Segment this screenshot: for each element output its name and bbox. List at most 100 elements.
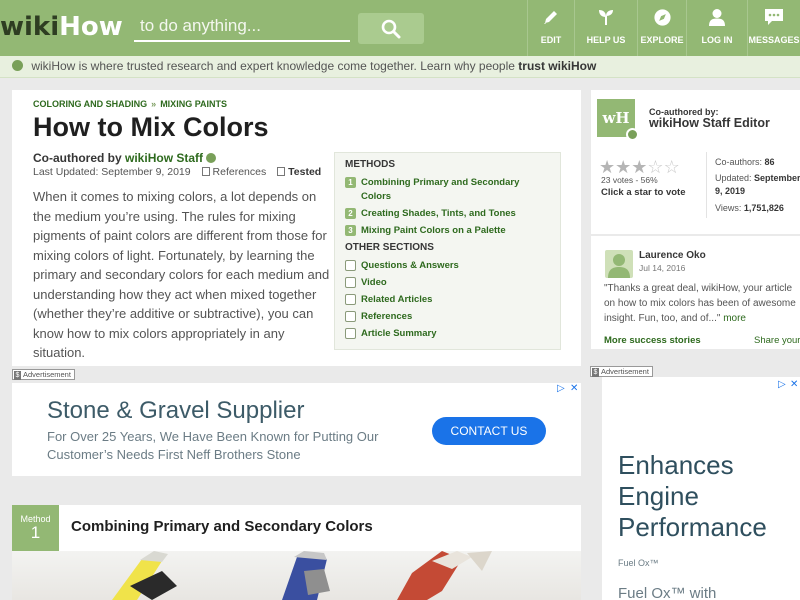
tested-badge[interactable]: Tested <box>288 166 321 178</box>
ad-label: $ Advertisement <box>590 366 653 377</box>
search-input[interactable] <box>134 12 350 42</box>
star-icon[interactable]: ★ <box>599 157 615 177</box>
search-icon <box>381 19 401 38</box>
toc-other-label: Related Articles <box>361 294 433 305</box>
logo-wiki-text: wiki <box>0 12 60 42</box>
check-circle-icon <box>12 60 23 71</box>
toc-method-label: Combining Primary and Secondary Colors <box>361 177 520 202</box>
compass-icon <box>653 8 671 26</box>
testimonial-text: "Thanks a great deal, wikiHow, your arti… <box>604 281 800 326</box>
coauthor-line: Co-authored by wikiHow Staff <box>33 151 217 165</box>
method-number-badge: 3 <box>345 225 356 236</box>
toc-method-3[interactable]: 3 Mixing Paint Colors on a Palette <box>345 224 550 238</box>
method-badge: Method 1 <box>12 505 59 551</box>
nav-messages[interactable]: MESSAGES <box>748 0 800 56</box>
nav-edit[interactable]: EDIT <box>528 0 574 56</box>
avatar-silhouette-icon <box>608 254 630 278</box>
coauthor-card: wH Co-authored by: wikiHow Staff Editor … <box>591 90 800 234</box>
method-title: Combining Primary and Secondary Colors <box>71 518 373 535</box>
article-intro-card: COLORING AND SHADING » MIXING PAINTS How t… <box>12 90 581 366</box>
star-icon[interactable]: ☆ <box>647 157 663 177</box>
nav-log-in-label: LOG IN <box>701 35 733 45</box>
star-icon[interactable]: ★ <box>615 157 631 177</box>
ad-label-text: Advertisement <box>23 370 71 379</box>
ad-close-icon[interactable]: ✕ <box>790 379 798 390</box>
video-icon <box>345 277 356 288</box>
other-sections-heading: OTHER SECTIONS <box>345 242 434 253</box>
toc-references[interactable]: References <box>345 310 550 324</box>
breadcrumb-coloring-and-shading[interactable]: COLORING AND SHADING <box>33 99 147 109</box>
ad-close-icon[interactable]: ✕ <box>570 383 578 394</box>
method-1-header: Method 1 Combining Primary and Secondary… <box>12 505 581 551</box>
breadcrumb-separator: » <box>151 99 157 109</box>
ad-label: $ Advertisement <box>12 369 75 380</box>
trust-bar: wikiHow is where trusted research and ex… <box>0 56 800 78</box>
methods-heading: METHODS <box>345 159 395 170</box>
ad-headline: Stone & Gravel Supplier <box>47 397 305 424</box>
trust-bar-text: wikiHow is where trusted research and ex… <box>31 59 515 73</box>
side-advertisement[interactable]: ▷ ✕ Enhances Engine Performance Fuel Ox™… <box>602 377 800 600</box>
nav-help-us[interactable]: HELP US <box>575 0 637 56</box>
methods-toc: METHODS 1 Combining Primary and Secondar… <box>334 152 561 350</box>
ad-contact-us-button[interactable]: CONTACT US <box>432 417 546 445</box>
method-image <box>12 551 581 600</box>
logo-how-text: How <box>59 12 123 42</box>
star-icon[interactable]: ★ <box>631 157 647 177</box>
verified-check-icon <box>206 153 217 163</box>
ad-body: For Over 25 Years, We Have Been Known fo… <box>47 429 379 462</box>
top-header: wikiHow EDIT HELP US <box>0 0 800 56</box>
share-your-story-link[interactable]: Share your <box>754 335 800 346</box>
toc-video[interactable]: Video <box>345 276 550 290</box>
user-icon <box>709 8 725 26</box>
search-button[interactable] <box>358 13 424 44</box>
toc-questions-answers[interactable]: Questions & Answers <box>345 259 550 273</box>
chat-icon <box>765 9 783 25</box>
last-updated: Last Updated: September 9, 2019 <box>33 166 191 178</box>
trust-wikihow-link[interactable]: trust wikiHow <box>518 59 596 73</box>
nav-help-us-label: HELP US <box>586 35 626 45</box>
divider <box>706 152 707 218</box>
coauthor-name[interactable]: wikiHow Staff Editor <box>649 116 770 130</box>
testimonial-quote: "Thanks a great deal, wikiHow, your arti… <box>604 283 796 324</box>
method-number-badge: 2 <box>345 208 356 219</box>
advertisement-banner[interactable]: Stone & Gravel Supplier For Over 25 Year… <box>12 383 581 476</box>
vote-count: 23 votes - 56% <box>601 175 658 185</box>
wikihow-logo[interactable]: wikiHow <box>0 10 123 44</box>
page-title: How to Mix Colors <box>33 112 269 142</box>
stat-label: Views: <box>715 203 742 213</box>
toc-related-articles[interactable]: Related Articles <box>345 293 550 307</box>
more-success-stories-link[interactable]: More success stories <box>604 335 701 346</box>
nav-log-in[interactable]: LOG IN <box>687 0 747 56</box>
toc-other-label: Video <box>361 277 387 288</box>
toc-method-1[interactable]: 1 Combining Primary and Secondary Colors <box>345 176 550 204</box>
ad-choices-icon[interactable]: ▷ <box>778 379 786 390</box>
method-number-badge: 1 <box>345 177 356 188</box>
sprout-icon <box>599 10 613 25</box>
coauthor-link[interactable]: wikiHow Staff <box>125 151 203 165</box>
stat-value: 1,751,826 <box>743 203 784 213</box>
nav-explore-label: EXPLORE <box>640 35 684 45</box>
ad-choices-icon[interactable]: ▷ <box>557 383 565 394</box>
updated-stat: Updated: September 9, 2019 <box>715 172 800 198</box>
coauthored-by-label: Co-authored by <box>33 151 122 165</box>
references-link[interactable]: References <box>213 166 267 178</box>
toc-other-label: Questions & Answers <box>361 260 459 271</box>
ad-dollar-icon: $ <box>14 371 21 380</box>
breadcrumb-mixing-paints[interactable]: MIXING PAINTS <box>160 99 227 109</box>
ad-dollar-icon: $ <box>592 368 599 377</box>
article-intro: When it comes to mixing colors, a lot de… <box>33 189 330 360</box>
method-badge-number: 1 <box>30 523 41 542</box>
star-icon[interactable]: ☆ <box>664 157 680 177</box>
references-icon <box>201 167 210 176</box>
testimonial-more-link[interactable]: more <box>723 313 746 324</box>
qa-icon <box>345 260 356 271</box>
verified-check-icon <box>626 128 639 141</box>
article-meta: Last Updated: September 9, 2019 Referenc… <box>33 166 321 178</box>
nav-explore[interactable]: EXPLORE <box>638 0 686 56</box>
related-icon <box>345 294 356 305</box>
stat-value: 86 <box>764 157 775 167</box>
summary-icon <box>345 328 356 339</box>
side-ad-body: Fuel Ox™ with <box>618 585 717 600</box>
toc-article-summary[interactable]: Article Summary <box>345 327 550 341</box>
toc-method-2[interactable]: 2 Creating Shades, Tints, and Tones <box>345 207 550 221</box>
